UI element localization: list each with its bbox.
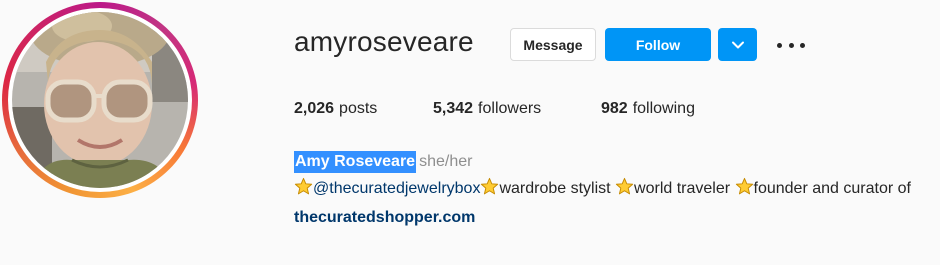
profile-full-name: Amy Roseveare [294, 151, 417, 173]
bio-text-part: founder and curator of [753, 180, 911, 197]
bio-website-link[interactable]: thecuratedshopper.com [294, 204, 475, 231]
more-options-icon[interactable] [777, 40, 805, 50]
star-icon [735, 177, 753, 195]
bio-text-part: world traveler [634, 180, 735, 197]
star-icon [481, 177, 499, 195]
follow-button[interactable]: Follow [605, 28, 711, 61]
bio-name-line: Amy Roseveare she/her [294, 148, 938, 175]
profile-avatar[interactable] [2, 2, 198, 198]
profile-username: amyroseveare [294, 26, 474, 57]
suggested-accounts-button[interactable] [718, 28, 757, 61]
following-link[interactable]: 982 following [601, 100, 695, 118]
star-icon [615, 177, 634, 195]
posts-count: 2,026 posts [294, 100, 378, 117]
profile-pronouns: she/her [419, 153, 473, 170]
bio-mention-link[interactable]: @thecuratedjewelrybox [313, 180, 480, 197]
star-icon [294, 177, 313, 195]
bio-text: @thecuratedjewelrybox wardrobe stylist wo… [294, 175, 938, 202]
chevron-down-icon [731, 41, 744, 48]
avatar-photo [12, 12, 188, 188]
profile-stats: 2,026 posts 5,342 followers 982 following [294, 100, 695, 118]
message-button[interactable]: Message [510, 28, 596, 61]
followers-link[interactable]: 5,342 followers [433, 100, 601, 118]
avatar-border [8, 8, 192, 192]
bio-text-part: wardrobe stylist [499, 180, 616, 197]
profile-bio: Amy Roseveare she/her @thecuratedjewelryb… [294, 148, 938, 231]
